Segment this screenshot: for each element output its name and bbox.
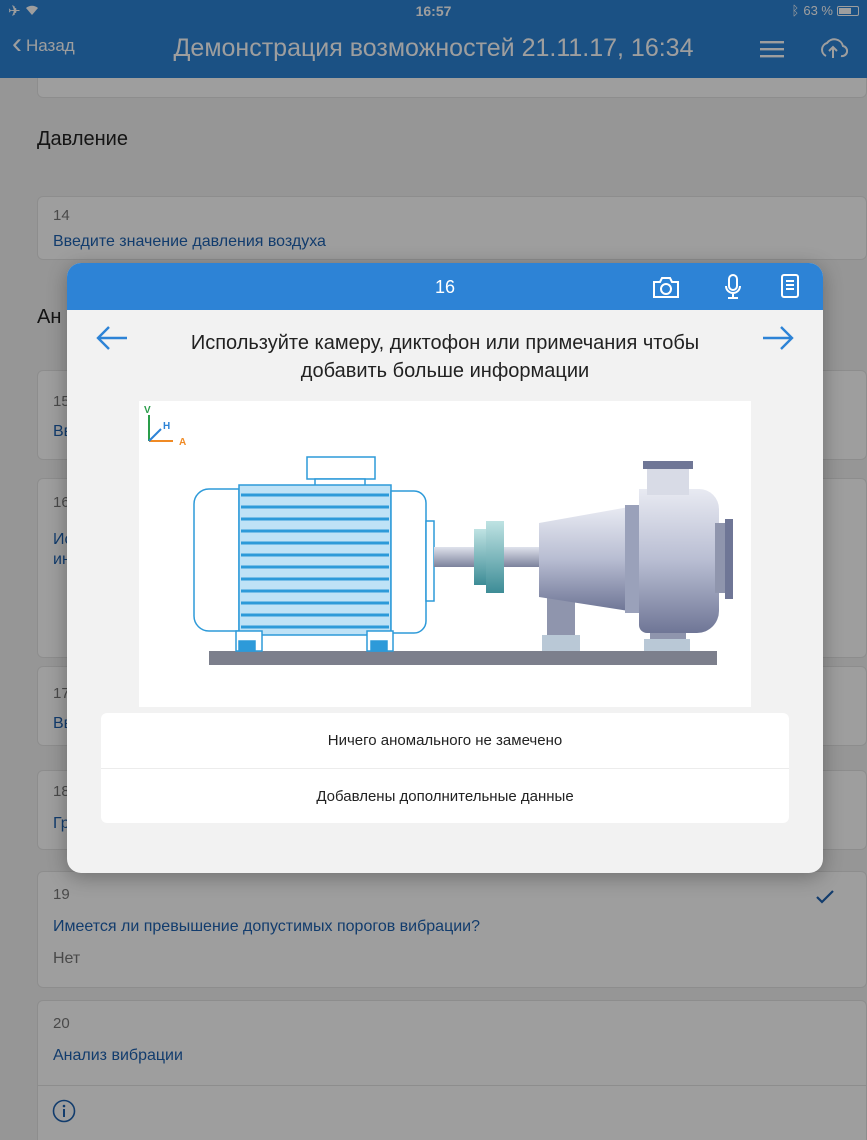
pump-motor-illustration: V H A — [144, 405, 733, 665]
notes-icon[interactable] — [780, 273, 800, 299]
question-modal: 16 Используйте камеру, диктофон или прим… — [67, 263, 823, 873]
arrow-right-icon[interactable] — [761, 325, 795, 351]
axis-h-label: H — [163, 421, 170, 432]
modal-instruction: Используйте камеру, диктофон или примеча… — [190, 332, 700, 382]
pump — [539, 461, 733, 651]
arrow-left-icon[interactable] — [95, 325, 129, 351]
coupling-left — [474, 529, 486, 585]
microphone-icon[interactable] — [724, 273, 742, 301]
camera-icon[interactable] — [652, 275, 680, 299]
axes-indicator: V H A — [144, 405, 186, 448]
answer-options: Ничего аномального не замечено Добавлены… — [101, 713, 789, 823]
modal-question-number: 16 — [434, 277, 456, 297]
pump-motor-diagram: V H A — [139, 401, 751, 707]
axis-a-label: A — [179, 437, 186, 448]
modal-header: 16 — [67, 263, 823, 310]
option-nothing-abnormal[interactable]: Ничего аномального не замечено — [101, 713, 789, 768]
base-plate — [209, 651, 717, 665]
axis-v-label: V — [144, 405, 151, 416]
coupling-right — [486, 521, 504, 593]
option-additional-data[interactable]: Добавлены дополнительные данные — [101, 768, 789, 823]
